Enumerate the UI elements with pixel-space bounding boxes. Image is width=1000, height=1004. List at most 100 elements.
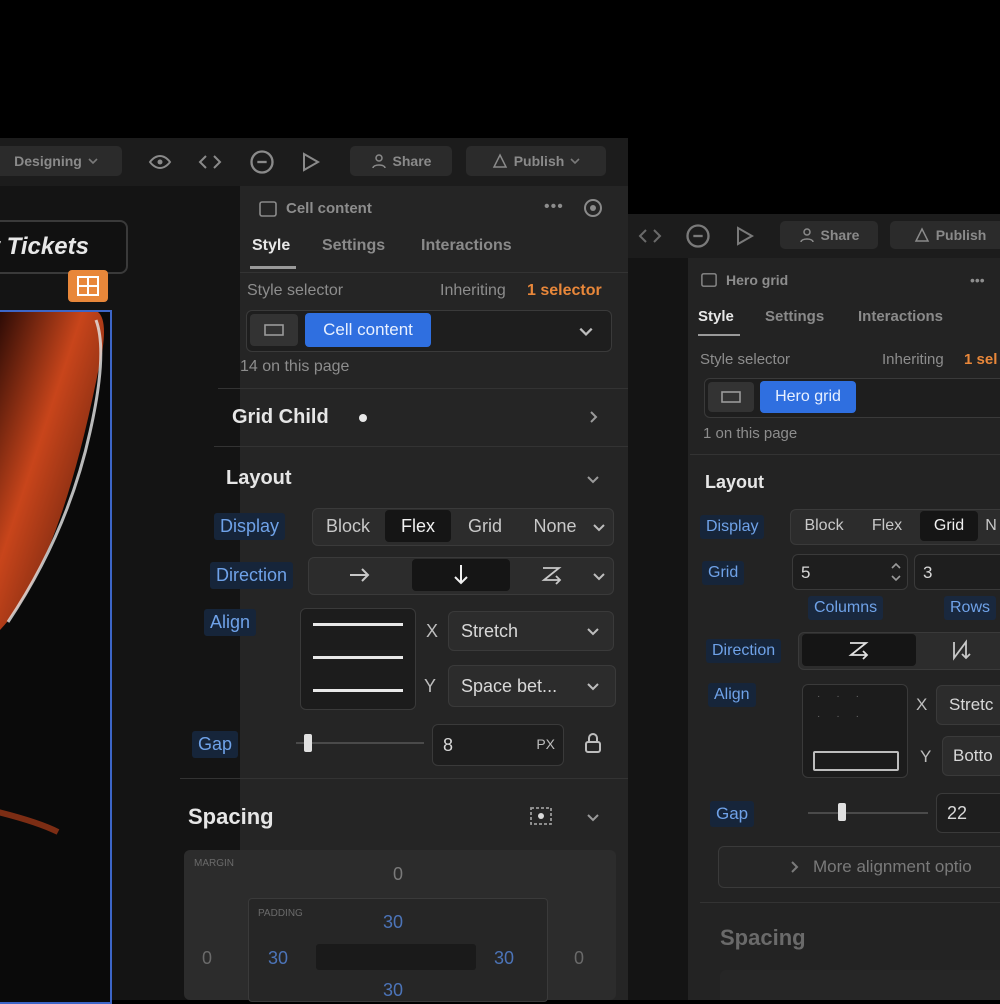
- direction-vertical[interactable]: [412, 559, 510, 591]
- preview-eye-icon[interactable]: [148, 150, 172, 174]
- rows-input[interactable]: 3: [914, 554, 1000, 590]
- padding-label: PADDING: [258, 908, 303, 919]
- more-options-icon[interactable]: •••: [544, 198, 564, 216]
- share-button[interactable]: Share: [780, 221, 878, 249]
- style-selector-label: Style selector: [247, 282, 344, 299]
- spacing-title[interactable]: Spacing: [188, 804, 274, 830]
- share-label: Share: [820, 227, 860, 243]
- align-x-value: Stretch: [461, 620, 519, 641]
- divider: [214, 446, 628, 447]
- play-icon[interactable]: [298, 150, 322, 174]
- display-label: Display: [214, 513, 286, 540]
- hero-image: [0, 312, 104, 835]
- chevron-down-icon[interactable]: [592, 569, 606, 583]
- selector-chip-label: Hero grid: [775, 388, 841, 405]
- display-option-block[interactable]: Block: [794, 511, 854, 541]
- direction-wrap[interactable]: [514, 559, 590, 591]
- wrap-icon: [848, 642, 869, 660]
- display-option-grid[interactable]: Grid: [455, 510, 515, 542]
- align-x-select[interactable]: Stretc: [936, 685, 1000, 725]
- chevron-down-icon[interactable]: [586, 624, 600, 638]
- selector-chip[interactable]: Cell content: [305, 313, 431, 347]
- align-matrix[interactable]: [300, 608, 416, 710]
- tab-style[interactable]: Style: [698, 308, 734, 325]
- padding-bottom-value[interactable]: 30: [383, 980, 403, 1001]
- chevron-down-icon[interactable]: [592, 520, 606, 534]
- canvas-heading: t Tickets: [0, 233, 89, 260]
- selector-icon-box[interactable]: [250, 314, 298, 346]
- inheriting-count[interactable]: 1 selector: [527, 282, 602, 300]
- spacing-title[interactable]: Spacing: [720, 925, 806, 951]
- direction-horizontal[interactable]: [312, 559, 408, 591]
- on-page-count: 1 on this page: [703, 425, 798, 442]
- comment-icon[interactable]: [248, 148, 276, 176]
- chevron-down-icon[interactable]: [578, 323, 594, 339]
- comment-icon[interactable]: [684, 222, 712, 250]
- display-option-block[interactable]: Block: [316, 510, 380, 542]
- selector-chip[interactable]: Hero grid: [760, 381, 856, 413]
- display-option-none[interactable]: None: [520, 510, 590, 542]
- gap-input[interactable]: 22: [936, 793, 1000, 833]
- grid-child-title[interactable]: Grid Child: [232, 406, 329, 429]
- display-option-flex[interactable]: Flex: [858, 511, 916, 541]
- more-options-icon[interactable]: •••: [970, 272, 985, 288]
- gap-unit[interactable]: PX: [536, 736, 555, 752]
- stepper-icon[interactable]: [889, 559, 903, 585]
- chevron-right-icon[interactable]: [586, 410, 600, 424]
- vertical-wrap-icon: [953, 639, 971, 661]
- tab-settings[interactable]: Settings: [322, 237, 385, 255]
- margin-box[interactable]: [720, 970, 1000, 1000]
- gap-slider-track[interactable]: [808, 812, 928, 814]
- publish-button[interactable]: Publish: [466, 146, 606, 176]
- margin-label: MARGIN: [194, 858, 234, 869]
- canvas-image-selection[interactable]: [0, 310, 112, 1004]
- mode-dropdown[interactable]: Designing: [0, 146, 122, 176]
- display-option-flex[interactable]: Flex: [385, 510, 451, 542]
- chevron-down-icon: [88, 158, 98, 165]
- chevron-down-icon[interactable]: [586, 679, 600, 693]
- gap-slider-handle[interactable]: [304, 734, 312, 752]
- gap-label: Gap: [192, 731, 239, 758]
- tab-settings[interactable]: Settings: [765, 308, 824, 325]
- columns-input[interactable]: 5: [792, 554, 908, 590]
- share-button[interactable]: Share: [350, 146, 452, 176]
- publish-button[interactable]: Publish: [890, 221, 1000, 249]
- more-alignment-label: More alignment optio: [813, 857, 972, 876]
- align-y-select[interactable]: Botto: [942, 736, 1000, 776]
- direction-wrap[interactable]: [802, 634, 916, 666]
- layout-title[interactable]: Layout: [226, 467, 292, 490]
- display-option-none[interactable]: N: [982, 511, 1000, 541]
- padding-left-value[interactable]: 30: [268, 948, 288, 969]
- lock-icon[interactable]: [583, 732, 603, 754]
- selector-icon-box[interactable]: [708, 382, 754, 412]
- padding-top-value[interactable]: 30: [383, 912, 403, 933]
- tab-style-underline: [698, 334, 740, 336]
- tab-style[interactable]: Style: [252, 237, 290, 255]
- margin-top-value[interactable]: 0: [393, 864, 403, 885]
- selector-icon: [721, 391, 741, 403]
- chevron-down-icon[interactable]: [586, 810, 600, 824]
- tab-interactions[interactable]: Interactions: [858, 308, 943, 325]
- align-matrix[interactable]: ··· ···: [802, 684, 908, 778]
- inheriting-count[interactable]: 1 sel: [964, 351, 997, 368]
- margin-left-value[interactable]: 0: [202, 948, 212, 969]
- grid-element-badge-icon[interactable]: [68, 270, 108, 302]
- margin-right-value[interactable]: 0: [574, 948, 584, 969]
- more-alignment-button[interactable]: More alignment optio: [718, 846, 1000, 888]
- display-option-grid[interactable]: Grid: [920, 511, 978, 541]
- tab-interactions[interactable]: Interactions: [421, 237, 512, 255]
- direction-vertical-wrap[interactable]: [922, 634, 1000, 666]
- code-icon[interactable]: [638, 224, 662, 248]
- padding-right-value[interactable]: 30: [494, 948, 514, 969]
- settings-gear-icon[interactable]: [582, 197, 604, 219]
- gap-slider-track[interactable]: [296, 742, 424, 744]
- spacing-toggle-icon[interactable]: [526, 802, 556, 830]
- layout-title[interactable]: Layout: [705, 472, 764, 493]
- right-canvas[interactable]: [628, 258, 688, 1000]
- play-icon[interactable]: [732, 224, 756, 248]
- code-icon[interactable]: [198, 150, 222, 174]
- chevron-down-icon[interactable]: [586, 472, 600, 486]
- wrap-icon: [541, 567, 562, 585]
- gap-slider-handle[interactable]: [838, 803, 846, 821]
- gap-input[interactable]: 8 PX: [432, 724, 564, 766]
